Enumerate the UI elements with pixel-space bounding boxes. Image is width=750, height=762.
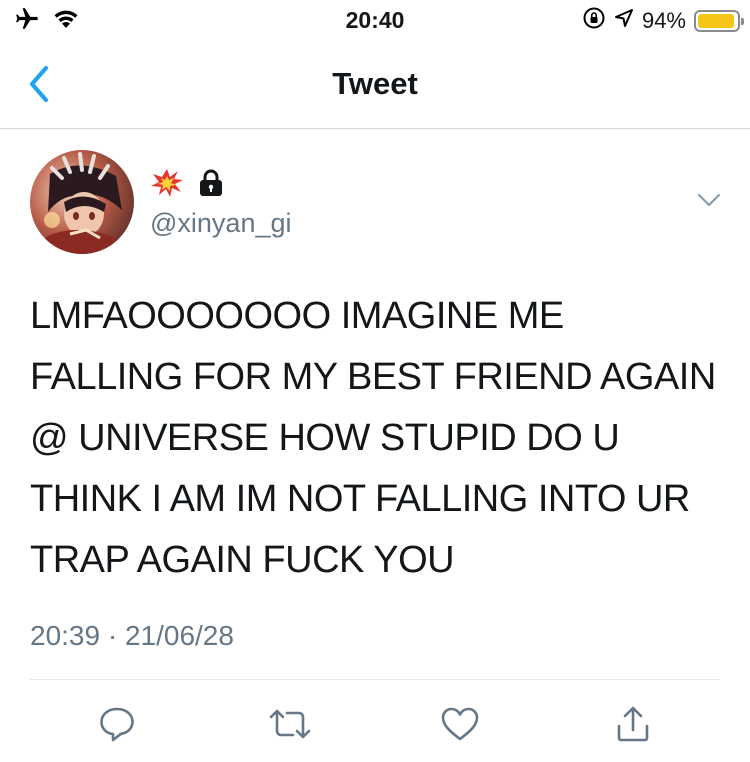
battery-percent: 94% — [641, 7, 686, 33]
reply-button[interactable] — [93, 700, 141, 748]
like-icon — [441, 707, 479, 741]
more-options-button[interactable] — [696, 190, 722, 210]
user-handle[interactable]: @xinyan_gi — [150, 208, 292, 239]
avatar[interactable] — [30, 150, 134, 254]
divider — [30, 679, 720, 680]
like-button[interactable] — [436, 700, 484, 748]
share-button[interactable] — [609, 700, 657, 748]
tweet-timestamp: 20:39 · 21/06/28 — [30, 620, 234, 651]
share-icon — [617, 706, 649, 742]
collision-emoji-icon — [150, 168, 184, 203]
reply-icon — [100, 707, 134, 742]
tweet-text: LMFAOOOOOOO IMAGINE ME FALLING FOR MY BE… — [30, 295, 716, 581]
status-bar: 20:40 94% — [0, 0, 750, 40]
battery-level — [698, 13, 734, 28]
orientation-lock-icon — [582, 6, 606, 35]
retweet-icon — [269, 709, 311, 739]
tweet-actions — [0, 690, 750, 762]
tweet-author: @xinyan_gi — [30, 150, 730, 260]
retweet-button[interactable] — [266, 700, 314, 748]
battery-icon — [694, 9, 744, 32]
display-name — [150, 168, 224, 203]
location-icon — [614, 7, 634, 34]
nav-bar: Tweet — [0, 40, 750, 129]
battery-tip — [741, 17, 744, 25]
chevron-down-icon — [698, 194, 720, 206]
lock-icon — [198, 168, 224, 203]
status-right: 94% — [582, 6, 744, 35]
page-title: Tweet — [332, 66, 418, 101]
